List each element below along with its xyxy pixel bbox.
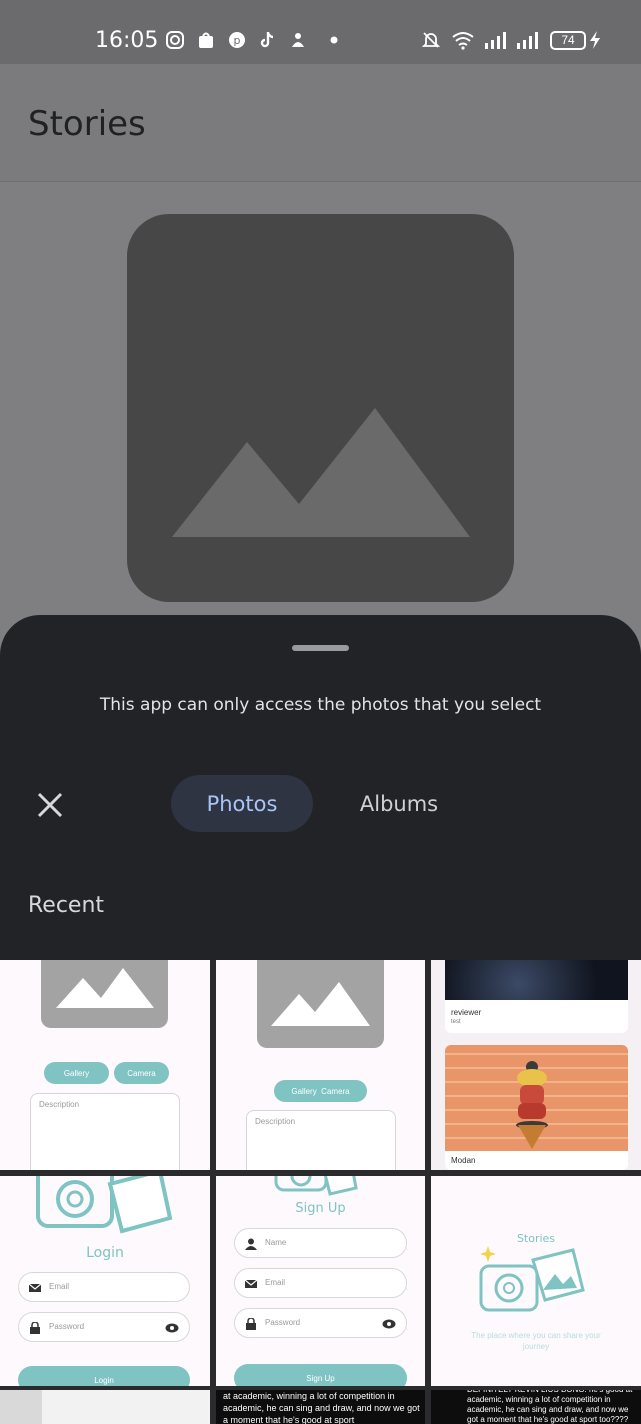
description-field: Description (246, 1110, 396, 1170)
lock-icon (30, 1322, 40, 1334)
signup-button: Sign Up (234, 1364, 407, 1386)
page-title: Stories (28, 104, 146, 144)
image-placeholder-icon (271, 982, 370, 1026)
signup-title: Sign Up (295, 1201, 346, 1216)
app-icon (292, 33, 304, 47)
image-placeholder (257, 960, 384, 1048)
close-icon[interactable] (30, 785, 70, 825)
camera-photo-illustration-icon (274, 1176, 358, 1196)
email-placeholder: Email (265, 1278, 286, 1287)
image-placeholder-icon (56, 968, 154, 1008)
photo-grid: Gallery Camera Description Gallery Camer… (0, 960, 641, 1424)
post-text: at academic, winning a lot of competitio… (223, 1391, 420, 1424)
photo-thumbnail[interactable]: Stories The place where you can share yo… (431, 1176, 641, 1386)
email-placeholder: Email (49, 1282, 70, 1291)
review-card: reviewer test (445, 1000, 628, 1033)
shopee-icon (199, 32, 213, 48)
night-image (445, 960, 628, 1000)
eye-icon (382, 1319, 396, 1329)
svg-text:p: p (234, 34, 241, 47)
instagram-icon (166, 31, 184, 49)
password-placeholder: Password (49, 1322, 85, 1331)
photo-thumbnail[interactable]: Login Email Password Login (0, 1176, 210, 1386)
photo-thumbnail[interactable]: at academic, winning a lot of competitio… (216, 1390, 425, 1424)
login-title: Login (86, 1245, 124, 1261)
email-field: Email (18, 1272, 190, 1302)
description-label: Description (39, 1100, 80, 1109)
photo-thumbnail[interactable]: Sign Up Name Email Password Sign Up (216, 1176, 425, 1386)
game-card: Modan (445, 1045, 628, 1170)
drag-handle[interactable] (292, 645, 349, 651)
access-notice: This app can only access the photos that… (99, 695, 542, 715)
photo-thumbnail[interactable]: Gallery Camera Description (0, 960, 210, 1170)
mute-icon (421, 32, 441, 48)
gallery-label: Gallery (291, 1086, 317, 1096)
signal-icon (517, 32, 538, 49)
eye-icon (165, 1323, 179, 1333)
status-bar: 16:05 p 74 (0, 0, 641, 64)
tab-photos[interactable]: Photos (171, 775, 313, 832)
description-field: Description (30, 1093, 180, 1170)
wifi-icon (452, 32, 474, 50)
camera-photo-illustration-icon (479, 1246, 585, 1312)
mail-icon (245, 1279, 257, 1288)
description-label: Description (255, 1117, 296, 1126)
status-time: 16:05 (95, 28, 159, 53)
battery-level: 74 (561, 33, 575, 47)
image-preview[interactable] (127, 214, 514, 602)
tiktok-icon (260, 32, 274, 48)
image-placeholder-icon (172, 408, 470, 537)
battery-icon: 74 (550, 31, 586, 50)
ice-cream-cone-icon (516, 1061, 548, 1149)
brick-wall-image (445, 1045, 628, 1151)
login-button: Login (18, 1366, 190, 1386)
reviewer-name: reviewer (451, 1008, 482, 1017)
dot-icon (330, 36, 338, 44)
pinterest-icon: p (229, 32, 245, 48)
person-icon (245, 1238, 257, 1250)
tab-albums[interactable]: Albums (333, 775, 465, 832)
camera-label: Camera (321, 1086, 350, 1096)
gallery-camera-buttons: Gallery Camera (274, 1080, 367, 1102)
name-field: Name (234, 1228, 407, 1258)
password-placeholder: Password (265, 1318, 301, 1327)
section-title-recent: Recent (28, 893, 105, 918)
photo-thumbnail[interactable]: DEFINITELY KEVIN LIUS BONG. he's good at… (431, 1390, 641, 1424)
image-block (0, 1390, 42, 1424)
name-placeholder: Name (265, 1238, 287, 1247)
mail-icon (29, 1283, 41, 1292)
post-text: DEFINITELY KEVIN LIUS BONG. he's good at… (467, 1390, 632, 1424)
splash-tagline: The place where you can share your journ… (471, 1331, 601, 1351)
app-bar: Stories (0, 64, 641, 182)
reviewer-sub: test (451, 1019, 461, 1025)
gallery-button: Gallery (44, 1062, 109, 1084)
email-field: Email (234, 1268, 407, 1298)
lock-icon (246, 1318, 256, 1330)
game-caption: Modan (451, 1156, 476, 1165)
photo-thumbnail[interactable] (0, 1390, 210, 1424)
photo-thumbnail[interactable]: Gallery Camera Description (216, 960, 425, 1170)
camera-photo-illustration-icon (36, 1176, 173, 1234)
camera-button: Camera (114, 1062, 169, 1084)
password-field: Password (18, 1312, 190, 1342)
image-placeholder (41, 960, 168, 1028)
photo-picker-sheet: This app can only access the photos that… (0, 615, 641, 960)
password-field: Password (234, 1308, 407, 1338)
signal-icon (485, 32, 506, 49)
photo-thumbnail[interactable]: reviewer test Modan (431, 960, 641, 1170)
charging-icon (590, 31, 600, 49)
